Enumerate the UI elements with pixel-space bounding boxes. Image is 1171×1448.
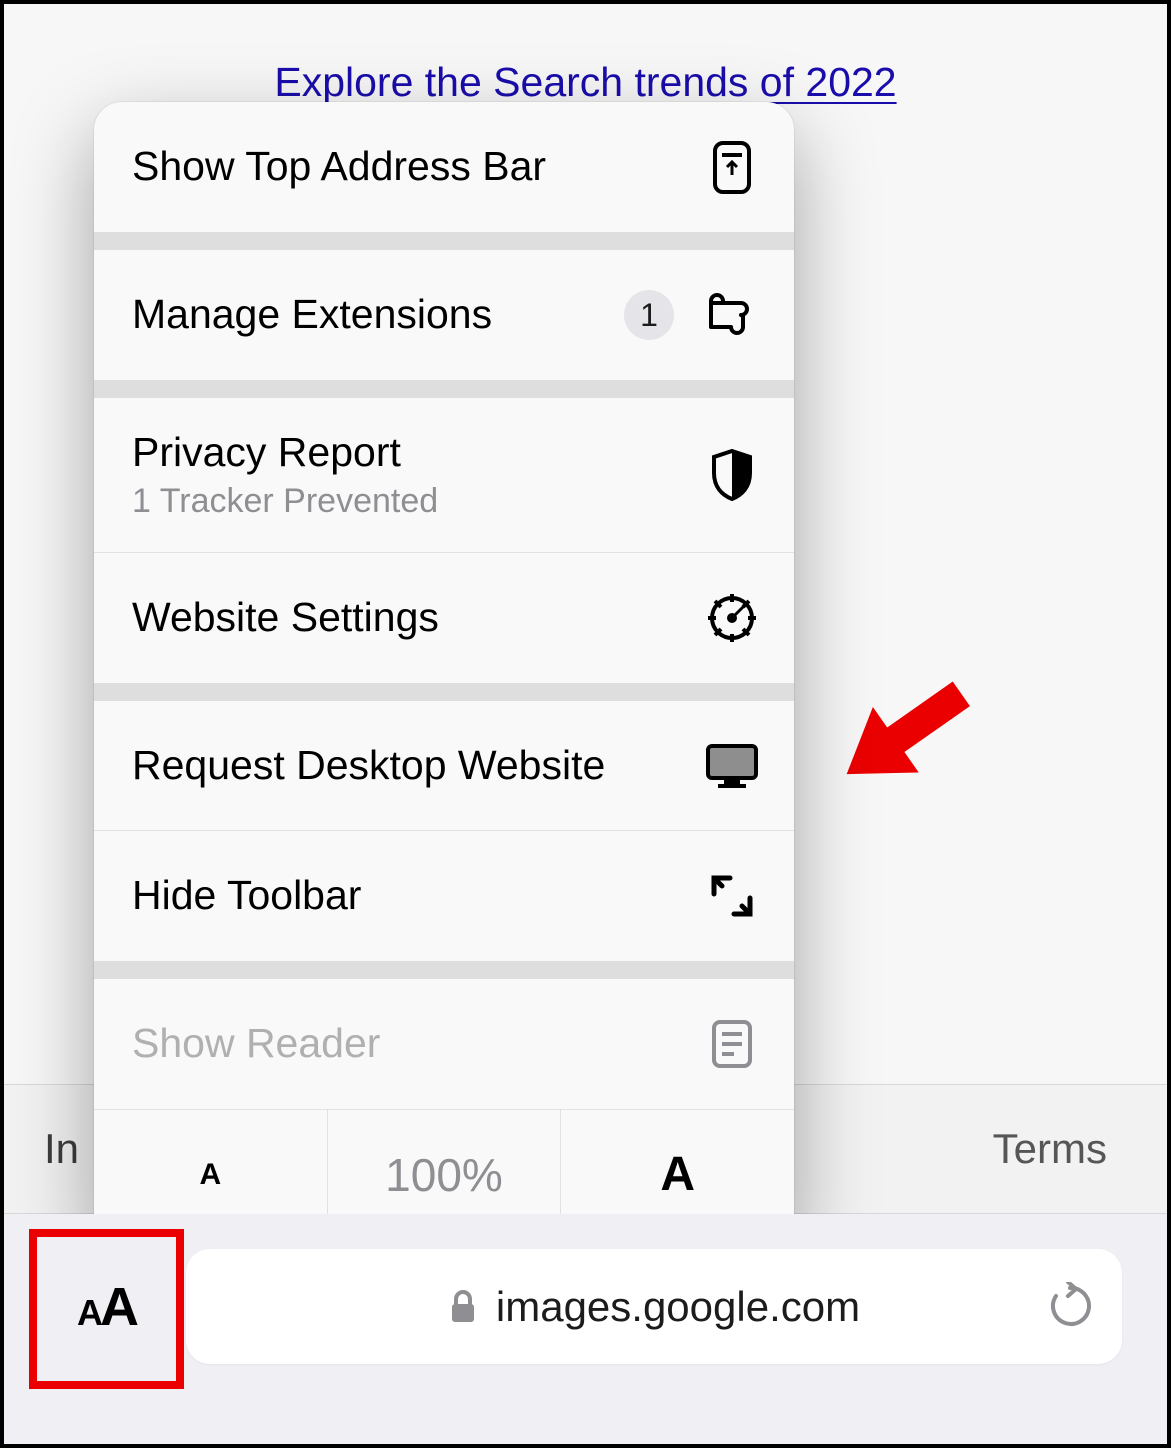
trends-link[interactable]: Explore the Search trends of 2022 bbox=[4, 59, 1167, 106]
address-bar[interactable]: images.google.com bbox=[186, 1249, 1122, 1364]
annotation-arrow bbox=[801, 628, 1007, 839]
menu-request-desktop-website[interactable]: Request Desktop Website bbox=[94, 701, 794, 831]
address-bar-top-icon bbox=[704, 139, 760, 195]
shield-icon bbox=[704, 447, 760, 503]
menu-manage-extensions[interactable]: Manage Extensions 1 bbox=[94, 250, 794, 380]
menu-hide-toolbar[interactable]: Hide Toolbar bbox=[94, 831, 794, 961]
menu-label: Privacy Report 1 Tracker Prevented bbox=[132, 428, 684, 522]
expand-arrows-icon bbox=[704, 868, 760, 924]
puzzle-icon bbox=[704, 287, 760, 343]
reader-icon bbox=[704, 1016, 760, 1072]
trends-link-text: Explore the Search trends of 2022 bbox=[274, 59, 896, 105]
menu-label: Website Settings bbox=[132, 593, 684, 642]
reload-button[interactable] bbox=[1048, 1282, 1092, 1332]
menu-show-reader: Show Reader bbox=[94, 979, 794, 1109]
url-text: images.google.com bbox=[496, 1283, 860, 1331]
menu-label: Show Reader bbox=[132, 1019, 684, 1068]
footer-left-text: In bbox=[44, 1125, 79, 1173]
desktop-icon bbox=[704, 737, 760, 793]
menu-show-top-address-bar[interactable]: Show Top Address Bar bbox=[94, 102, 794, 232]
menu-label: Hide Toolbar bbox=[132, 871, 684, 920]
footer-terms-link[interactable]: Terms bbox=[993, 1125, 1107, 1173]
browser-toolbar: AA images.google.com bbox=[4, 1214, 1167, 1444]
extensions-count-badge: 1 bbox=[624, 290, 674, 340]
privacy-title: Privacy Report bbox=[132, 428, 684, 477]
menu-website-settings[interactable]: Website Settings bbox=[94, 553, 794, 683]
gear-icon bbox=[704, 590, 760, 646]
aa-menu: Show Top Address Bar Manage Extensions 1… bbox=[94, 102, 794, 1240]
aa-menu-button[interactable]: AA bbox=[49, 1249, 164, 1364]
menu-label: Request Desktop Website bbox=[132, 741, 684, 790]
annotation-highlight-box bbox=[29, 1229, 184, 1389]
lock-icon bbox=[448, 1288, 478, 1326]
menu-label: Manage Extensions bbox=[132, 290, 604, 339]
menu-label: Show Top Address Bar bbox=[132, 142, 684, 191]
privacy-subtitle: 1 Tracker Prevented bbox=[132, 481, 684, 522]
menu-privacy-report[interactable]: Privacy Report 1 Tracker Prevented bbox=[94, 398, 794, 553]
